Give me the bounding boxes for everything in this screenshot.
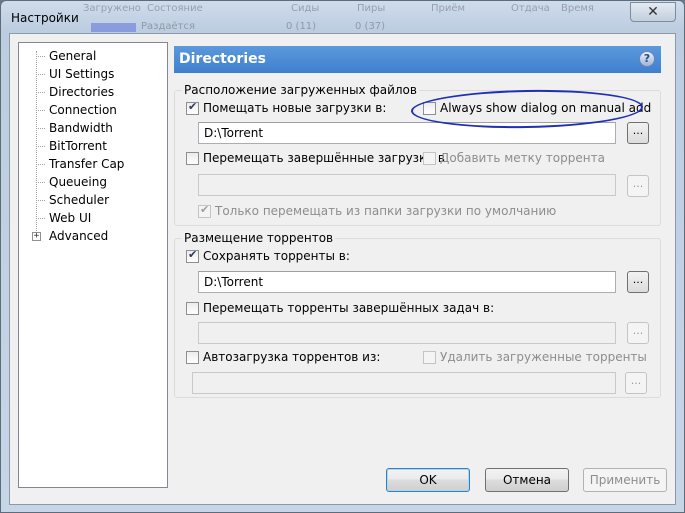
background-app-strip: Загружено Состояние Сиды Пиры Приём Отда… bbox=[81, 1, 621, 35]
ok-button[interactable]: OK bbox=[386, 468, 470, 492]
only-move-default-label: Только перемещать из папки загрузки по у… bbox=[215, 204, 557, 218]
delete-loaded-torrents-checkbox[interactable] bbox=[423, 351, 436, 364]
window-title: Настройки bbox=[11, 11, 79, 25]
bg-row-value: 0 (11) bbox=[286, 21, 317, 32]
move-finished-torrents-checkbox[interactable] bbox=[186, 302, 199, 315]
bg-row-value: Раздаётся bbox=[141, 21, 196, 32]
browse-move-completed-button[interactable]: ... bbox=[627, 175, 649, 197]
sidebar-item-label: Queueing bbox=[49, 175, 107, 189]
help-icon[interactable]: ? bbox=[639, 51, 655, 67]
bg-col-header: Время bbox=[561, 3, 594, 14]
dialog-client-area: General UI Settings Directories Connecti… bbox=[9, 33, 676, 505]
close-button[interactable]: ✕ bbox=[630, 2, 676, 22]
only-move-default-checkbox[interactable] bbox=[198, 203, 211, 218]
sidebar-item-label: Advanced bbox=[49, 229, 109, 243]
browse-store-torrents-button[interactable]: ... bbox=[627, 271, 649, 293]
bg-col-header: Загружено bbox=[83, 3, 141, 14]
sidebar-item-label: Connection bbox=[49, 103, 117, 117]
page-title-bar: Directories ? bbox=[174, 46, 661, 73]
apply-button[interactable]: Применить bbox=[583, 468, 667, 492]
sidebar-item-label: Directories bbox=[47, 83, 117, 101]
move-completed-path-input[interactable] bbox=[198, 174, 616, 196]
move-completed-label: Перемещать завершённые загрузки в bbox=[203, 151, 445, 165]
bg-col-header: Отдача bbox=[511, 3, 550, 14]
sidebar-item-label: BitTorrent bbox=[49, 139, 107, 153]
bg-selection bbox=[91, 23, 136, 32]
put-new-downloads-label: Помещать новые загрузки в: bbox=[203, 101, 387, 115]
bg-col-header: Пиры bbox=[357, 3, 386, 14]
put-new-downloads-checkbox[interactable] bbox=[186, 100, 199, 115]
browse-autoload-button[interactable]: ... bbox=[625, 372, 647, 394]
bg-col-header: Сиды bbox=[291, 3, 320, 14]
sidebar-item-label: General bbox=[49, 49, 97, 63]
bg-col-header: Состояние bbox=[147, 3, 203, 14]
sidebar-item-label: Web UI bbox=[49, 211, 92, 225]
browse-download-path-button[interactable]: ... bbox=[627, 122, 649, 144]
sidebar-item-label: UI Settings bbox=[49, 67, 115, 81]
group-title: Размещение торрентов bbox=[182, 231, 336, 245]
store-torrents-path-input[interactable]: D:\Torrent bbox=[198, 271, 616, 293]
expand-plus-icon[interactable]: + bbox=[32, 232, 41, 241]
sidebar-item-label: Bandwidth bbox=[49, 121, 113, 135]
add-torrent-label-label: Добавить метку торрента bbox=[440, 151, 605, 165]
store-torrents-checkbox[interactable] bbox=[186, 248, 199, 263]
cancel-button[interactable]: Отмена bbox=[485, 468, 569, 492]
sidebar-item-label: Scheduler bbox=[49, 193, 110, 207]
autoload-torrents-label: Автозагрузка торрентов из: bbox=[203, 350, 381, 364]
autoload-torrents-path-input[interactable] bbox=[192, 372, 616, 394]
settings-window: Загружено Состояние Сиды Пиры Приём Отда… bbox=[0, 0, 685, 513]
settings-category-tree[interactable]: General UI Settings Directories Connecti… bbox=[18, 42, 168, 488]
add-torrent-label-checkbox[interactable] bbox=[423, 152, 436, 165]
move-finished-torrents-path-input[interactable] bbox=[198, 322, 616, 344]
move-finished-torrents-label: Перемещать торренты завершённых задач в: bbox=[203, 301, 495, 315]
tree-connector-line bbox=[36, 51, 37, 237]
move-completed-checkbox[interactable] bbox=[186, 152, 199, 165]
bg-row-value: 0 (37) bbox=[355, 21, 386, 32]
store-torrents-label: Сохранять торренты в: bbox=[203, 249, 350, 263]
delete-loaded-torrents-label: Удалить загруженные торренты bbox=[440, 350, 647, 364]
bg-col-header: Приём bbox=[431, 3, 466, 14]
browse-move-finished-button[interactable]: ... bbox=[627, 322, 649, 344]
autoload-torrents-checkbox[interactable] bbox=[186, 351, 199, 364]
close-icon: ✕ bbox=[647, 4, 659, 20]
page-title: Directories bbox=[179, 51, 266, 67]
group-title: Расположение загруженных файлов bbox=[182, 83, 419, 97]
sidebar-item-label: Transfer Cap bbox=[49, 157, 125, 171]
